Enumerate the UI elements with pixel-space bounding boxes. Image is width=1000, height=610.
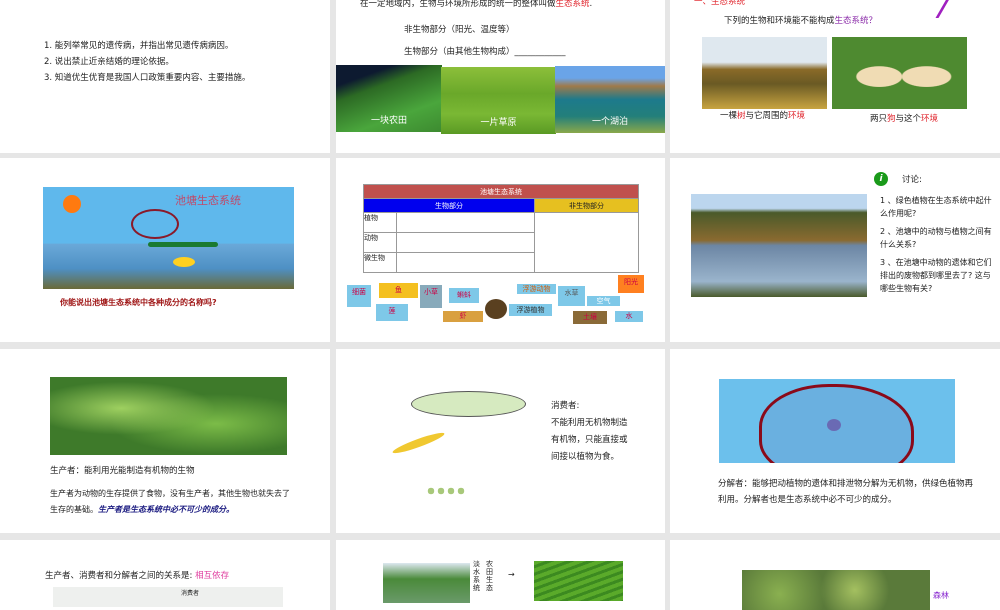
slide-thumbnail-3[interactable]: 一、生态系统 下列的生物和环境能不能构成生态系统？ 一棵树与它周围的环境 两只狗… bbox=[670, 0, 1000, 153]
tag-waterweed[interactable]: 水草 bbox=[558, 286, 585, 306]
fish-illustration bbox=[411, 391, 526, 417]
forest-label: 森林 bbox=[933, 591, 949, 600]
tag-fish[interactable]: 鱼 bbox=[379, 283, 418, 298]
slide-thumbnail-8[interactable]: 消费者: 不能利用无机物制造有机物，只能直接或间接以植物为食。 bbox=[336, 349, 665, 533]
slide-thumbnail-4[interactable]: 池塘生态系统 你能说出池塘生态系统中各种成分的名称吗? bbox=[0, 158, 330, 342]
abiotic-text: 非生物部分（阳光、温度等） bbox=[404, 25, 515, 35]
sun-icon bbox=[63, 195, 81, 213]
tree-caption: 一棵树与它周围的环境 bbox=[720, 111, 806, 121]
discuss-label: 讨论: bbox=[902, 175, 922, 185]
decomposer-image bbox=[719, 379, 955, 463]
section-heading: 一、生态系统 bbox=[694, 0, 746, 7]
objective-2: 2. 说出禁止近亲结婚的理论依据。 bbox=[44, 57, 174, 67]
tag-snail[interactable] bbox=[485, 299, 507, 319]
decorative-arrow-icon bbox=[914, 0, 954, 18]
bacterium-icon bbox=[827, 419, 841, 431]
dogs-image bbox=[832, 37, 967, 109]
biotic-text: 生物部分（由其他生物构成）____________ bbox=[404, 47, 566, 57]
consumer-title: 消费者: bbox=[551, 401, 580, 411]
pond-illustration: 池塘生态系统 bbox=[43, 187, 294, 289]
fish-icon bbox=[173, 257, 195, 267]
relation-text: 生产者、消费者和分解者之间的关系是: 相互依存 bbox=[45, 571, 230, 581]
lake-forest-image bbox=[383, 563, 470, 603]
plants-image bbox=[50, 377, 287, 455]
tag-soil[interactable]: 土壤 bbox=[573, 311, 607, 324]
definition-text: 在一定地域内，生物与环境所形成的统一的整体叫做生态系统. bbox=[360, 0, 593, 9]
objective-1: 1. 能列举常见的遗传病，并指出常见遗传病病因。 bbox=[44, 41, 234, 51]
tree-image bbox=[702, 37, 827, 109]
terraced-field-image bbox=[534, 561, 623, 601]
tag-shrimp[interactable]: 虾 bbox=[443, 311, 483, 322]
lily-pad bbox=[148, 242, 218, 247]
tag-phytoplankton[interactable]: 浮游植物 bbox=[509, 304, 552, 316]
slide-thumbnail-1[interactable]: 1. 能列举常见的遗传病，并指出常见遗传病病因。 2. 说出禁止近亲结婚的理论依… bbox=[0, 0, 330, 153]
slide-thumbnail-2[interactable]: 在一定地域内，生物与环境所形成的统一的整体叫做生态系统. 非生物部分（阳光、温度… bbox=[336, 0, 665, 153]
small-fish-illustration bbox=[391, 429, 446, 457]
consumer-body: 不能利用无机物制造有机物，只能直接或间接以植物为食。 bbox=[551, 418, 628, 462]
question-text: 下列的生物和环境能不能构成生态系统？ bbox=[724, 16, 878, 26]
discussion-questions: 1 、绿色植物在生态系统中起什么作用呢? 2 、池塘中的动物与植物之间有什么关系… bbox=[880, 196, 992, 293]
slide-thumbnail-5[interactable]: 池塘生态系统 生物部分 非生物部分 植物 动物 微生物 细菌 鱼 小草 蝌蚪 莲 … bbox=[336, 158, 665, 342]
tag-water[interactable]: 水 bbox=[615, 311, 643, 322]
wetland-birds-image bbox=[691, 194, 867, 297]
magnify-bubble bbox=[131, 209, 179, 239]
tag-grass[interactable]: 小草 bbox=[420, 285, 442, 308]
grassland-image: 一片草原 bbox=[441, 67, 556, 134]
farmland-image: 一块农田 bbox=[336, 65, 442, 132]
pond-table: 池塘生态系统 生物部分 非生物部分 植物 动物 微生物 bbox=[363, 184, 639, 273]
tag-tadpole[interactable]: 蝌蚪 bbox=[449, 288, 479, 303]
tag-zooplankton[interactable]: 浮游动物 bbox=[517, 284, 556, 294]
slide-thumbnail-7[interactable]: 生产者：能利用光能制造有机物的生物 生产者为动物的生存提供了食物，没有生产者，其… bbox=[0, 349, 330, 533]
tag-lotus[interactable]: 莲 bbox=[376, 304, 408, 321]
relation-diagram: 消费者 bbox=[53, 587, 283, 607]
tag-sunlight[interactable]: 阳光 bbox=[618, 275, 644, 293]
farmland-label: 农田生态 bbox=[486, 560, 493, 592]
forest-image bbox=[742, 570, 930, 610]
tag-air[interactable]: 空气 bbox=[587, 296, 620, 306]
pond-question: 你能说出池塘生态系统中各种成分的名称吗? bbox=[60, 298, 217, 307]
info-icon: i bbox=[874, 172, 888, 186]
arrow-icon: → bbox=[508, 570, 515, 579]
lake-image: 一个湖泊 bbox=[555, 66, 665, 133]
freshwater-label: 淡水系统 bbox=[473, 560, 480, 592]
algae-illustration bbox=[426, 487, 466, 495]
producer-body: 生产者为动物的生存提供了食物，没有生产者，其他生物也就失去了生存的基础。生产者是… bbox=[50, 489, 290, 514]
tag-bacteria[interactable]: 细菌 bbox=[347, 285, 371, 307]
producer-definition: 生产者：能利用光能制造有机物的生物 bbox=[50, 466, 195, 476]
decomposer-body: 分解者：能够把动植物的遗体和排泄物分解为无机物，供绿色植物再利用。分解者也是生态… bbox=[718, 479, 974, 505]
slide-thumbnail-6[interactable]: i 讨论: 1 、绿色植物在生态系统中起什么作用呢? 2 、池塘中的动物与植物之… bbox=[670, 158, 1000, 342]
slide-thumbnail-9[interactable]: 分解者：能够把动植物的遗体和排泄物分解为无机物，供绿色植物再利用。分解者也是生态… bbox=[670, 349, 1000, 533]
objective-3: 3. 知道优生优育是我国人口政策重要内容、主要措施。 bbox=[44, 73, 251, 83]
dogs-caption: 两只狗与这个环境 bbox=[870, 114, 939, 124]
